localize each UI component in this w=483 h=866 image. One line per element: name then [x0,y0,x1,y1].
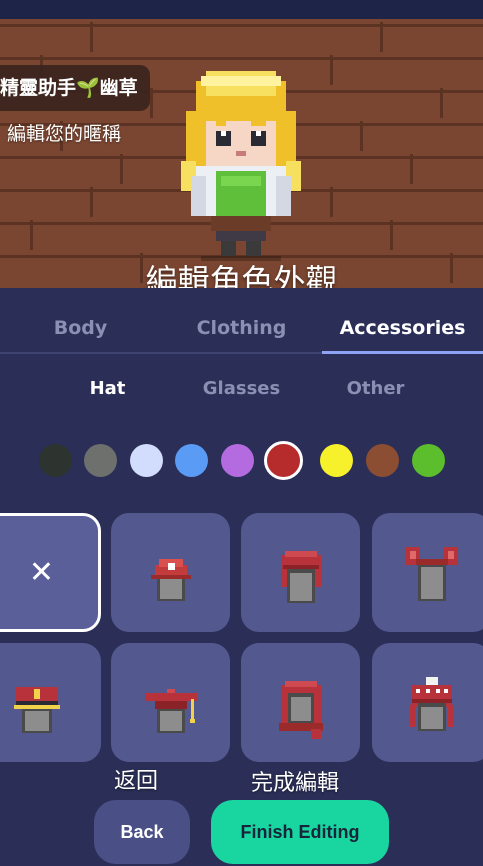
knit-beanie-icon [410,677,454,731]
item-knit-beanie[interactable] [372,643,483,762]
character-preview: 精靈助手🌱幽草 編輯您的暱稱 編輯角色外觀 [0,19,483,288]
color-swatch[interactable] [84,444,117,477]
red-hood-icon [281,551,321,603]
status-bar [0,0,483,19]
color-swatch[interactable] [221,444,254,477]
edit-appearance-title: 編輯角色外觀 [145,262,338,288]
finish-editing-button[interactable]: Finish Editing [211,800,389,864]
main-tabs: Body Clothing Accessories [0,288,483,354]
captain-hat-icon [14,687,60,733]
item-graduation-cap[interactable] [111,643,230,762]
red-scarf-hood-icon [279,681,323,739]
color-swatch[interactable] [320,444,353,477]
tab-body[interactable]: Body [0,288,161,354]
tab-accessories[interactable]: Accessories [322,288,483,354]
edit-nickname-link[interactable]: 編輯您的暱稱 [7,121,121,147]
item-red-hood[interactable] [241,513,360,632]
color-swatch[interactable] [366,444,399,477]
tab-clothing[interactable]: Clothing [161,288,322,354]
character-sprite [181,71,301,261]
item-none[interactable]: ✕ [0,513,101,632]
color-swatch[interactable] [264,441,303,480]
back-button[interactable]: Back [94,800,190,864]
item-red-scarf-hood[interactable] [241,643,360,762]
color-swatch[interactable] [175,444,208,477]
red-cap-icon [151,559,191,601]
finish-caption: 完成編輯 [250,771,339,796]
item-red-cap[interactable] [111,513,230,632]
subtab-other[interactable]: Other [295,372,456,406]
back-caption: 返回 [113,769,158,794]
color-swatch[interactable] [412,444,445,477]
graduation-cap-icon [145,689,197,733]
red-bow-icon [406,547,458,601]
item-red-bow[interactable] [372,513,483,632]
active-tab-indicator [322,351,483,354]
color-swatch[interactable] [39,444,72,477]
color-swatch[interactable] [130,444,163,477]
close-icon: ✕ [28,555,55,590]
character-name[interactable]: 精靈助手🌱幽草 [0,65,150,111]
item-captain-hat[interactable] [0,643,101,762]
